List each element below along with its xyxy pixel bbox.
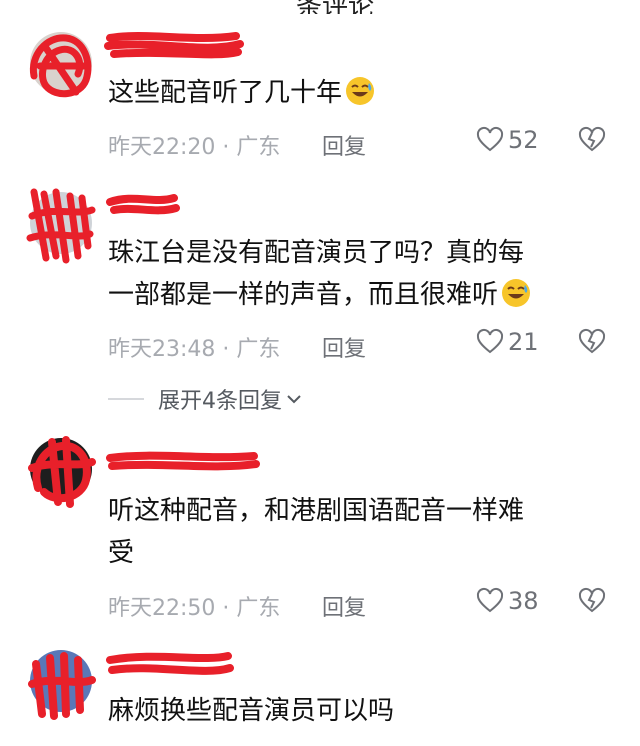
heart-icon (476, 587, 504, 613)
like-button[interactable]: 38 (476, 587, 539, 615)
like-count: 52 (508, 126, 539, 154)
comment-time: 昨天22:20 · 广东 (108, 135, 281, 160)
dislike-button[interactable] (578, 587, 606, 621)
comment-meta: 昨天23:48 · 广东 回复 21 (108, 328, 608, 362)
broken-heart-icon (578, 587, 606, 613)
redaction-scribble (28, 436, 96, 508)
heart-icon (476, 328, 504, 354)
like-count: 21 (508, 328, 539, 356)
dislike-button[interactable] (578, 126, 606, 160)
username[interactable] (106, 194, 278, 222)
comment-text: 珠江台是没有配音演员了吗？真的每 一部都是一样的声音，而且很难听 (108, 232, 608, 316)
header-title: 条评论 (296, 0, 374, 14)
broken-heart-icon (578, 328, 606, 354)
avatar[interactable] (26, 644, 96, 724)
reply-button[interactable]: 回复 (322, 129, 366, 161)
username[interactable] (106, 652, 278, 680)
like-count: 38 (508, 587, 539, 615)
like-button[interactable]: 52 (476, 126, 539, 154)
grinning-sweat-emoji-icon (346, 77, 375, 105)
comment-text: 麻烦换些配音演员可以吗 (108, 696, 395, 726)
header-title-cut: 条评论 (0, 0, 640, 14)
avatar[interactable] (26, 26, 96, 106)
dislike-button[interactable] (578, 328, 606, 362)
grinning-sweat-emoji-icon (502, 279, 531, 307)
redaction-scribble (106, 451, 260, 471)
like-button[interactable]: 21 (476, 328, 539, 356)
redaction-scribble (29, 34, 92, 98)
avatar[interactable] (26, 432, 96, 512)
broken-heart-icon (578, 126, 606, 152)
comment-meta: 昨天22:20 · 广东 回复 52 (108, 126, 608, 160)
avatar[interactable] (26, 186, 96, 266)
redaction-scribble (106, 194, 180, 215)
redaction-scribble (106, 652, 234, 675)
username[interactable] (104, 32, 278, 62)
comment-meta: 昨天22:50 · 广东 回复 38 (108, 587, 608, 621)
reply-button[interactable]: 回复 (322, 590, 366, 622)
redaction-scribble (104, 32, 244, 59)
reply-button[interactable]: 回复 (322, 331, 366, 363)
divider-line (108, 398, 144, 400)
expand-replies-label: 展开4条回复 (158, 389, 282, 414)
redaction-scribble (26, 188, 96, 264)
heart-icon (476, 126, 504, 152)
comment-text: 听这种配音，和港剧国语配音一样难 受 (108, 496, 525, 568)
comment-text: 这些配音听了几十年 (108, 72, 608, 114)
comment-time: 昨天23:48 · 广东 (108, 337, 281, 362)
comment-time: 昨天22:50 · 广东 (108, 596, 281, 621)
expand-replies-button[interactable]: 展开4条回复 (108, 384, 304, 414)
chevron-down-icon (287, 395, 301, 404)
redaction-scribble (28, 652, 96, 720)
username[interactable] (106, 451, 278, 480)
